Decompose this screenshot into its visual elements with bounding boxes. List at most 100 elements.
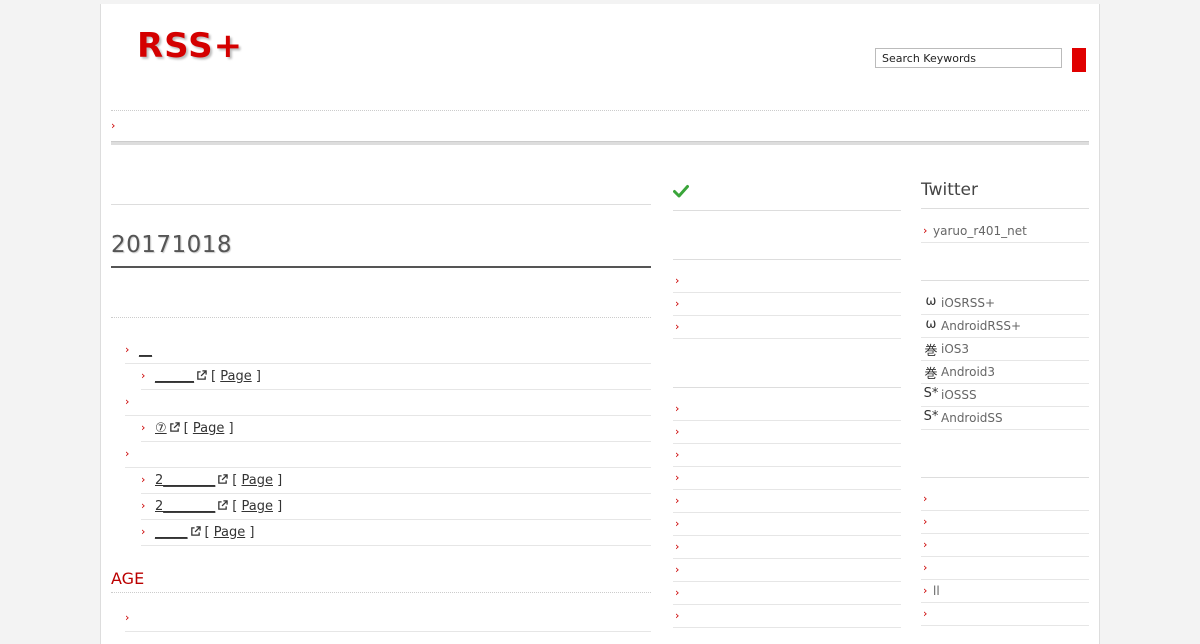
list-item[interactable]: › [673,536,901,559]
chevron-right-icon: › [675,586,680,599]
chevron-right-icon: › [675,402,680,415]
chevron-right-icon: › [141,473,146,486]
chevron-right-icon: › [923,224,928,237]
list-item[interactable]: › _____[ Page ] [141,520,651,546]
app-link[interactable]: 巻 iOS3 [921,338,1089,361]
list-item[interactable]: › 2________[ Page ] [141,494,651,520]
app-link[interactable]: 巻 Android3 [921,361,1089,384]
app-link-label: iOS3 [941,342,970,356]
article-link[interactable]: ______ [155,369,194,384]
sidebar-link[interactable]: › [921,511,1089,534]
sidebar-link[interactable]: › ll [921,580,1089,603]
page-link[interactable]: Page [193,421,224,436]
list-item[interactable]: › [673,444,901,467]
chevron-right-icon: › [923,492,928,505]
chevron-right-icon: › [675,471,680,484]
chevron-right-icon: › [923,607,928,620]
top-nav: › [111,110,1089,141]
external-link-icon [218,500,229,510]
s-star-icon: S* [923,409,939,424]
page-link[interactable]: Page [220,369,251,384]
scroll-kanji-icon: 巻 [924,367,938,382]
page-link[interactable]: Page [214,525,245,540]
list-item[interactable]: › [673,293,901,316]
list-item[interactable]: › [673,490,901,513]
title-underline [111,266,651,268]
chevron-right-icon: › [141,525,146,538]
list-item[interactable]: › [673,513,901,536]
article-link[interactable]: _____ [155,525,188,540]
page-link[interactable]: Page [242,473,273,488]
external-link-icon [197,370,207,380]
sidebar-link[interactable]: › [921,603,1089,626]
external-link-icon [190,526,201,536]
sidebar-link[interactable]: › [921,534,1089,557]
article-link[interactable]: __ [139,343,152,358]
twitter-heading: Twitter [921,180,1089,209]
list-item[interactable]: › [125,606,651,632]
chevron-right-icon: › [141,369,146,382]
list-item[interactable]: › [125,390,651,416]
chevron-right-icon: › [675,517,680,530]
list-item[interactable]: › [673,605,901,628]
chevron-right-icon: › [675,609,680,622]
sidebar-link[interactable]: › [921,488,1089,511]
chevron-right-icon: › [675,540,680,553]
divider [673,259,901,260]
list-item[interactable]: › [673,398,901,421]
app-link[interactable]: ω iOSRSS+ [921,292,1089,315]
chevron-right-icon: › [923,584,928,597]
search-input[interactable] [875,48,1062,68]
article-link[interactable]: 2________ [155,499,215,514]
chevron-right-icon: › [675,494,680,507]
list-item[interactable]: › 2________[ Page ] [141,468,651,494]
list-item[interactable]: › [673,559,901,582]
age-heading: AGE [111,569,651,593]
list-item[interactable]: › ______[ Page ] [141,364,651,390]
chevron-right-icon[interactable]: › [111,119,115,132]
app-link-label: AndroidRSS+ [941,319,1022,333]
app-link[interactable]: S* AndroidSS [921,407,1089,430]
divider [673,387,901,388]
chevron-right-icon: › [125,343,130,356]
external-link-icon [169,422,180,432]
list-item[interactable]: › [673,316,901,339]
chevron-right-icon: › [923,515,928,528]
chevron-right-icon: › [675,297,680,310]
app-link[interactable]: S* iOSSS [921,384,1089,407]
middle-header [673,174,901,211]
omega-icon: ω [925,317,937,332]
app-link-label: iOSSS [941,388,977,402]
check-icon [673,185,689,198]
list-item[interactable]: › [673,421,901,444]
site-logo[interactable]: RSS+ [137,26,243,66]
external-link-icon [218,474,229,484]
article-link[interactable]: ⑦ [155,421,167,436]
list-item[interactable]: › [673,270,901,293]
chevron-right-icon: › [675,425,680,438]
chevron-right-icon: › [675,320,680,333]
app-link-label: iOSRSS+ [941,296,996,310]
twitter-account-link[interactable]: › yaruo_r401_net [921,220,1089,243]
divider [111,204,651,205]
chevron-right-icon: › [675,448,680,461]
app-link[interactable]: ω AndroidRSS+ [921,315,1089,338]
list-item[interactable]: › __ [125,338,651,364]
chevron-right-icon: › [675,563,680,576]
scroll-kanji-icon: 巻 [924,344,938,359]
search-button[interactable] [1072,48,1086,72]
sidebar-link-label: ll [933,584,940,598]
list-item[interactable]: › [673,582,901,605]
nav-divider [111,141,1089,145]
sidebar-link[interactable]: › [921,557,1089,580]
page-link[interactable]: Page [242,499,273,514]
twitter-account-label: yaruo_r401_net [933,224,1027,238]
list-item[interactable]: › [673,467,901,490]
chevron-right-icon: › [141,499,146,512]
article-link[interactable]: 2________ [155,473,215,488]
list-item[interactable]: › ⑦[ Page ] [141,416,651,442]
list-item[interactable]: › [125,442,651,468]
chevron-right-icon: › [141,421,146,434]
page-title: 20171018 [111,232,233,258]
chevron-right-icon: › [923,561,928,574]
